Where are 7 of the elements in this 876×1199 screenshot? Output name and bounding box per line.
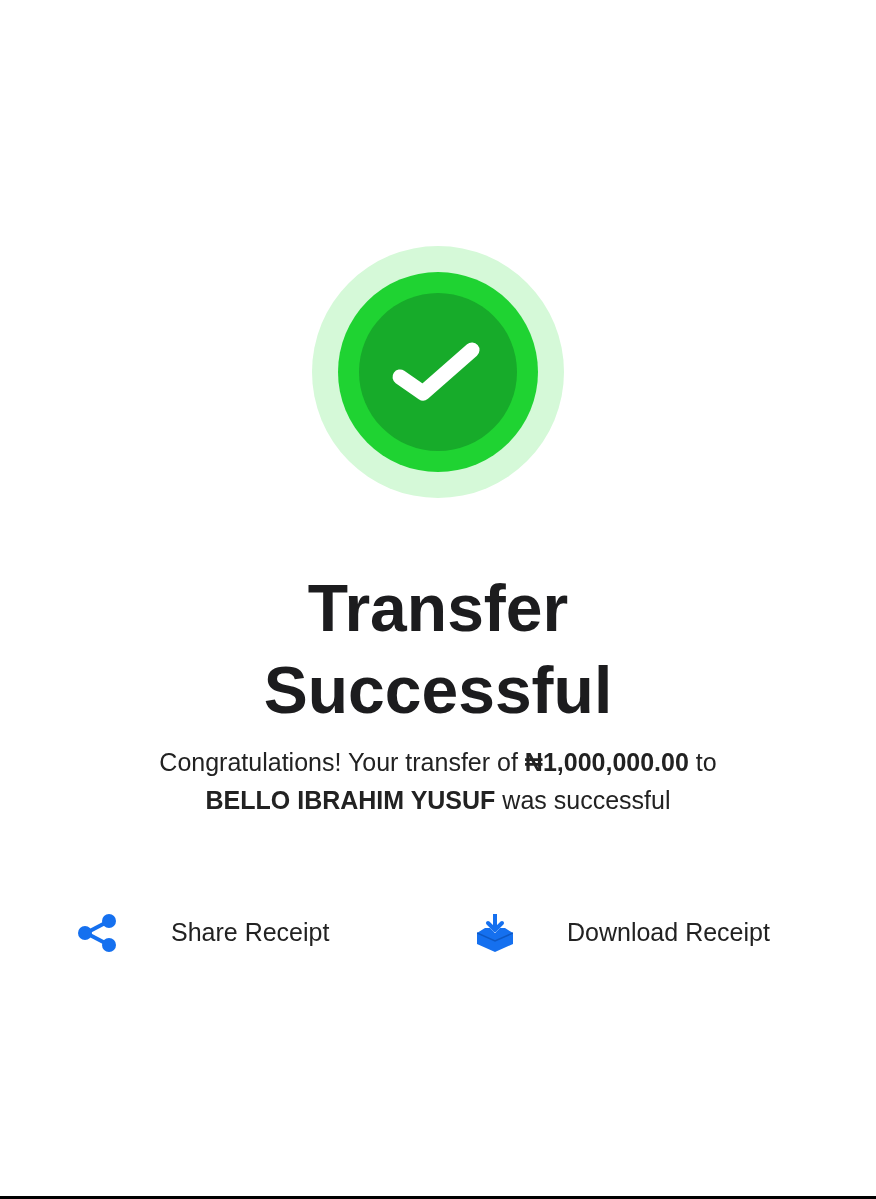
success-title: Transfer Successful [262,570,614,729]
download-icon [477,914,513,952]
download-receipt-button[interactable]: Download Receipt [477,914,770,952]
success-check-icon [312,246,564,498]
success-message: Congratulations! Your transfer of ₦1,000,000.00 to BELLO IBRAHIM YUSUF was successful [158,747,718,816]
share-icon [78,914,117,952]
share-receipt-button[interactable]: Share Receipt [78,914,330,952]
